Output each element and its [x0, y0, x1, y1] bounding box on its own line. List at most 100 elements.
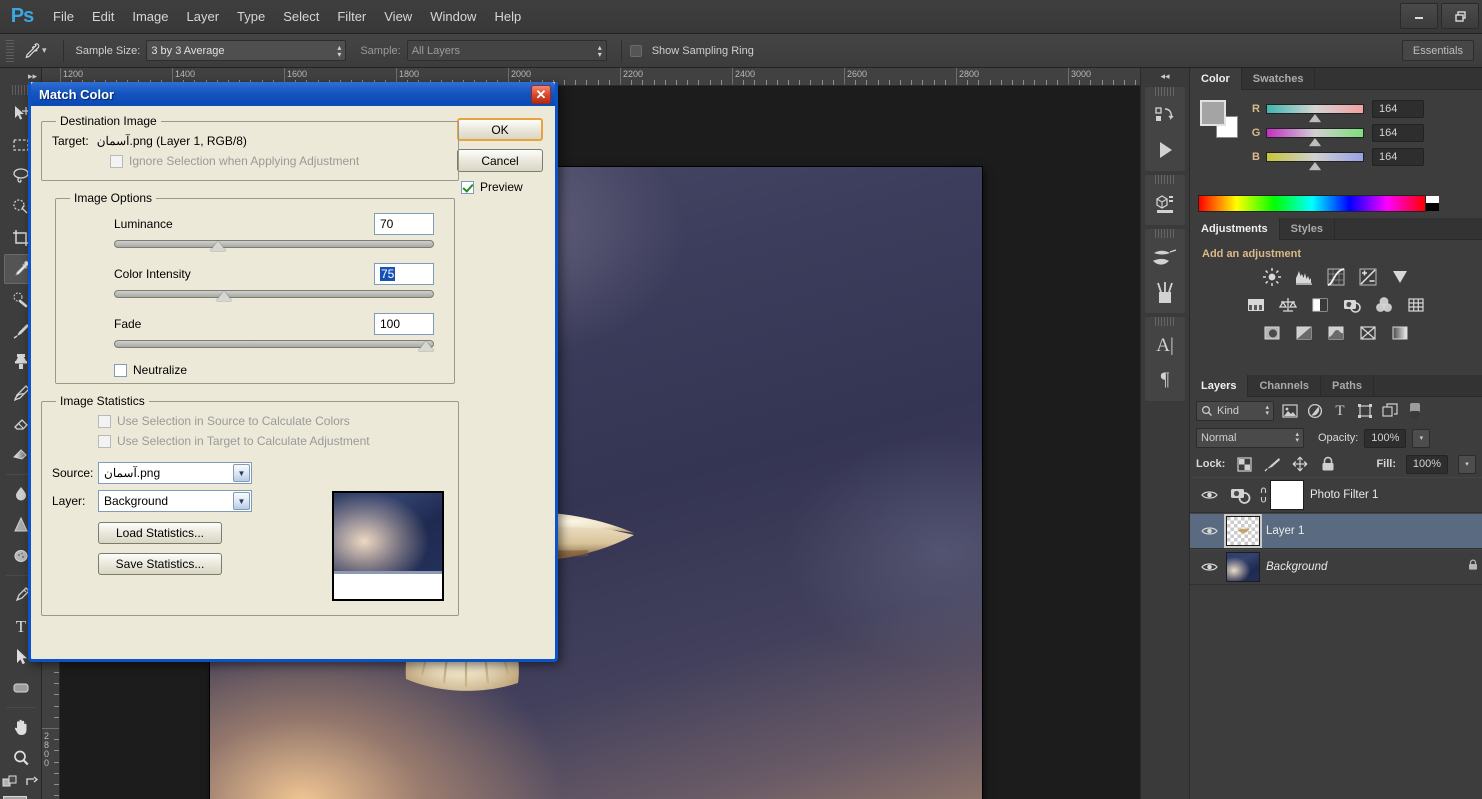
brush-presets-icon[interactable]	[1145, 241, 1185, 275]
show-sampling-ring-checkbox[interactable]: Show Sampling Ring	[629, 44, 760, 57]
posterize-icon[interactable]	[1293, 322, 1315, 344]
vibrance-icon[interactable]	[1389, 266, 1411, 288]
tool-preset-chevron-icon[interactable]: ▾	[42, 45, 47, 56]
workspace-switcher[interactable]: Essentials	[1401, 40, 1474, 61]
layer-select[interactable]: Background ▼	[98, 490, 252, 512]
actions-play-icon[interactable]	[1145, 133, 1185, 167]
paragraph-icon[interactable]: ¶	[1145, 363, 1185, 397]
lock-image-pixels-icon[interactable]	[1263, 455, 1281, 473]
dock-collapse-icon[interactable]: ◂◂	[1141, 68, 1189, 84]
menu-edit[interactable]: Edit	[83, 0, 123, 34]
load-statistics-button[interactable]: Load Statistics...	[98, 522, 222, 544]
fill-value[interactable]: 100%	[1406, 454, 1448, 474]
hand-tool[interactable]	[4, 712, 38, 742]
fade-slider[interactable]	[114, 337, 434, 351]
color-panel-swatches[interactable]	[1200, 100, 1238, 138]
menu-file[interactable]: File	[44, 0, 83, 34]
lock-transparent-pixels-icon[interactable]	[1235, 455, 1253, 473]
dock-grip[interactable]	[1155, 229, 1175, 238]
pixel-layers-filter-icon[interactable]	[1281, 402, 1299, 420]
layer-filter-kind-select[interactable]: Kind ▴ ▾	[1196, 401, 1274, 421]
save-statistics-button[interactable]: Save Statistics...	[98, 553, 222, 575]
tab-layers[interactable]: Layers	[1190, 375, 1249, 397]
color-swatches[interactable]	[1, 794, 41, 799]
options-bar-grip[interactable]	[6, 39, 14, 62]
smart-object-filter-icon[interactable]	[1381, 402, 1399, 420]
hue-saturation-icon[interactable]	[1245, 294, 1267, 316]
layer-thumbnail[interactable]	[1224, 514, 1262, 548]
menu-type[interactable]: Type	[228, 0, 274, 34]
tab-styles[interactable]: Styles	[1280, 218, 1336, 240]
curves-icon[interactable]	[1325, 266, 1347, 288]
color-intensity-input[interactable]: 75	[374, 263, 434, 285]
source-select[interactable]: آسمان.png ▼	[98, 462, 252, 484]
sample-select[interactable]: All Layers ▴ ▾	[406, 40, 607, 61]
menu-filter[interactable]: Filter	[328, 0, 375, 34]
dock-grip[interactable]	[1155, 317, 1175, 326]
black-chip[interactable]	[1426, 203, 1439, 211]
r-slider-thumb[interactable]	[1309, 114, 1321, 122]
fade-slider-knob[interactable]	[418, 341, 434, 351]
layer-name[interactable]: Layer 1	[1266, 525, 1304, 537]
default-colors-icon[interactable]	[2, 774, 18, 790]
table-row[interactable]: Background	[1190, 549, 1482, 585]
table-row[interactable]: Layer 1	[1190, 513, 1482, 549]
b-value[interactable]: 164	[1372, 148, 1424, 166]
photo-filter-icon[interactable]	[1341, 294, 1363, 316]
dock-grip[interactable]	[1155, 87, 1175, 96]
layer-link-icon[interactable]	[1256, 486, 1270, 504]
black-white-icon[interactable]	[1309, 294, 1331, 316]
layer-thumbnail[interactable]	[1226, 552, 1260, 582]
invert-icon[interactable]	[1261, 322, 1283, 344]
fill-dropdown-icon[interactable]: ▾	[1458, 454, 1476, 474]
layer-visibility-icon[interactable]	[1192, 525, 1226, 537]
preview-checkbox[interactable]: Preview	[461, 180, 543, 194]
opacity-dropdown-icon[interactable]: ▾	[1412, 428, 1431, 448]
swap-colors-icon[interactable]	[24, 774, 40, 790]
g-slider-thumb[interactable]	[1309, 138, 1321, 146]
threshold-icon[interactable]	[1325, 322, 1347, 344]
levels-icon[interactable]	[1293, 266, 1315, 288]
menu-window[interactable]: Window	[421, 0, 485, 34]
dock-grip[interactable]	[1155, 175, 1175, 184]
history-icon[interactable]	[1145, 99, 1185, 133]
menu-image[interactable]: Image	[123, 0, 177, 34]
table-row[interactable]: Photo Filter 1	[1190, 477, 1482, 513]
menu-layer[interactable]: Layer	[178, 0, 229, 34]
shape-layers-filter-icon[interactable]	[1356, 402, 1374, 420]
b-slider-thumb[interactable]	[1309, 162, 1321, 170]
ok-button[interactable]: OK	[457, 118, 543, 141]
adjustment-layers-filter-icon[interactable]	[1306, 402, 1324, 420]
toolbar-grip[interactable]	[12, 85, 29, 95]
color-intensity-slider-knob[interactable]	[216, 291, 233, 301]
color-spectrum-ramp[interactable]	[1198, 195, 1439, 212]
menu-view[interactable]: View	[375, 0, 421, 34]
chevron-down-icon[interactable]: ▼	[233, 464, 250, 482]
selective-color-icon[interactable]	[1357, 322, 1379, 344]
layer-name[interactable]: Background	[1266, 561, 1327, 573]
r-value[interactable]: 164	[1372, 100, 1424, 118]
menu-help[interactable]: Help	[485, 0, 530, 34]
cancel-button[interactable]: Cancel	[457, 149, 543, 172]
g-slider[interactable]	[1266, 128, 1364, 146]
tab-channels[interactable]: Channels	[1248, 375, 1321, 397]
zoom-tool[interactable]	[4, 743, 38, 773]
exposure-icon[interactable]	[1357, 266, 1379, 288]
luminance-slider[interactable]	[114, 237, 434, 251]
b-slider[interactable]	[1266, 152, 1364, 170]
layer-name[interactable]: Photo Filter 1	[1310, 489, 1378, 501]
luminance-input[interactable]: 70	[374, 213, 434, 235]
tab-paths[interactable]: Paths	[1321, 375, 1374, 397]
r-slider[interactable]	[1266, 104, 1364, 122]
brightness-contrast-icon[interactable]	[1261, 266, 1283, 288]
character-icon[interactable]: A|	[1145, 329, 1185, 363]
minimize-button[interactable]	[1400, 3, 1438, 29]
layer-visibility-icon[interactable]	[1192, 561, 1226, 573]
filter-toggle-icon[interactable]	[1406, 402, 1424, 420]
rectangle-tool[interactable]	[4, 673, 38, 703]
fade-input[interactable]: 100	[374, 313, 434, 335]
type-layers-filter-icon[interactable]: T	[1331, 402, 1349, 420]
channel-mixer-icon[interactable]	[1373, 294, 1395, 316]
tab-swatches[interactable]: Swatches	[1242, 68, 1316, 90]
tab-adjustments[interactable]: Adjustments	[1190, 218, 1280, 240]
